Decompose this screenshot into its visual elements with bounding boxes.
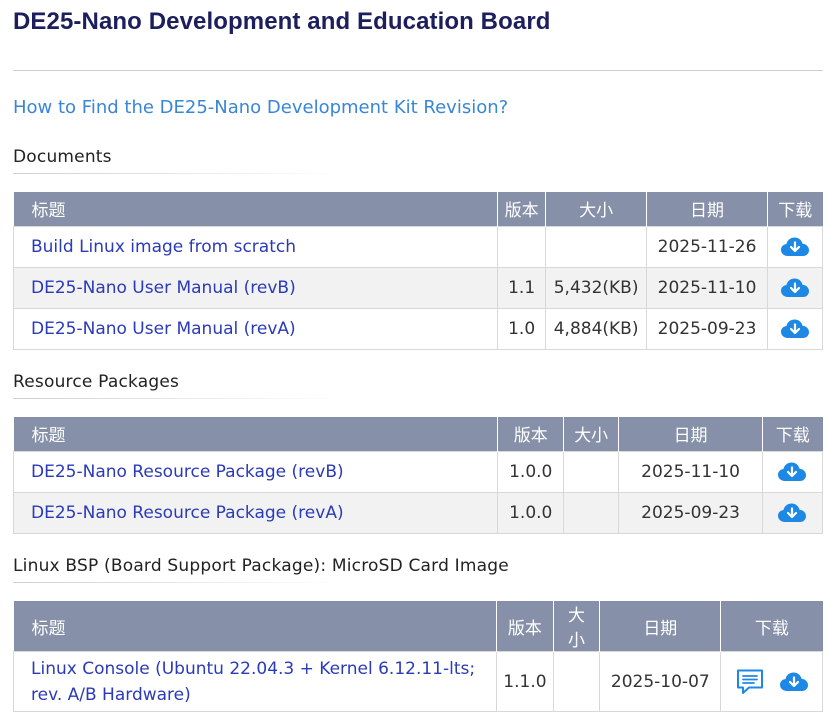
table-row: DE25-Nano Resource Package (revA) 1.0.0 … — [12, 491, 824, 534]
package-link[interactable]: DE25-Nano Resource Package (revA) — [31, 503, 344, 523]
size-cell: 4,884(KB) — [545, 307, 648, 350]
version-cell — [497, 225, 547, 268]
column-header-date: 日期 — [599, 601, 722, 652]
column-header-download: 下载 — [720, 601, 823, 652]
documents-divider — [13, 173, 343, 174]
column-header-size: 大小 — [553, 601, 601, 652]
cloud-download-icon[interactable] — [777, 461, 807, 483]
table-row: DE25-Nano User Manual (revA) 1.0 4,884(K… — [12, 307, 824, 350]
cloud-download-icon[interactable] — [777, 502, 807, 524]
document-link[interactable]: DE25-Nano User Manual (revB) — [31, 278, 296, 298]
documents-table: 标题 版本 大小 日期 下载 Build Linux image from sc… — [12, 192, 824, 350]
linux-bsp-heading: Linux BSP (Board Support Package): Micro… — [13, 556, 509, 576]
column-header-version: 版本 — [497, 417, 565, 451]
cloud-download-icon[interactable] — [780, 236, 810, 258]
table-header-row: 标题 版本 大小 日期 下载 — [13, 601, 823, 652]
image-link[interactable]: Linux Console (Ubuntu 22.04.3 + Kernel 6… — [31, 659, 475, 705]
resource-packages-heading: Resource Packages — [13, 372, 180, 392]
column-header-date: 日期 — [646, 192, 768, 226]
version-cell: 1.0.0 — [497, 450, 565, 493]
version-cell: 1.0.0 — [497, 491, 565, 534]
column-header-download: 下载 — [767, 192, 823, 226]
table-row: Linux Console (Ubuntu 22.04.3 + Kernel 6… — [12, 651, 823, 712]
table-header-row: 标题 版本 大小 日期 下载 — [13, 192, 823, 226]
resource-packages-divider — [13, 398, 343, 399]
message-icon[interactable] — [735, 668, 765, 696]
table-row: DE25-Nano Resource Package (revB) 1.0.0 … — [12, 450, 824, 493]
column-header-size: 大小 — [563, 417, 620, 451]
version-cell: 1.0 — [497, 307, 547, 350]
cloud-download-icon[interactable] — [779, 671, 809, 693]
image-link-line1: Linux Console (Ubuntu 22.04.3 + Kernel 6… — [31, 658, 476, 679]
page-title: DE25-Nano Development and Education Boar… — [13, 8, 551, 35]
date-cell: 2025-09-23 — [618, 491, 763, 534]
image-link-line2: rev. A/B Hardware) — [31, 684, 191, 705]
linux-bsp-divider — [13, 582, 343, 583]
column-header-title: 标题 — [13, 192, 499, 226]
version-cell: 1.1 — [497, 266, 547, 309]
column-header-version: 版本 — [496, 601, 554, 652]
document-link[interactable]: DE25-Nano User Manual (revA) — [31, 319, 296, 339]
column-header-title: 标题 — [13, 601, 498, 652]
date-cell: 2025-11-26 — [646, 225, 768, 268]
table-header-row: 标题 版本 大小 日期 下载 — [13, 417, 823, 451]
size-cell — [552, 651, 601, 712]
size-cell — [545, 225, 648, 268]
resource-packages-table: 标题 版本 大小 日期 下载 DE25-Nano Resource Packag… — [12, 417, 824, 534]
cloud-download-icon[interactable] — [780, 318, 810, 340]
column-header-size: 大小 — [545, 192, 648, 226]
version-cell: 1.1.0 — [496, 651, 554, 712]
size-cell — [563, 450, 620, 493]
title-divider — [13, 70, 823, 71]
linux-bsp-table: 标题 版本 大小 日期 下载 Linux Console (Ubuntu 22.… — [12, 601, 823, 712]
column-header-date: 日期 — [618, 417, 763, 451]
column-header-title: 标题 — [13, 417, 499, 451]
revision-help-link[interactable]: How to Find the DE25-Nano Development Ki… — [13, 97, 508, 118]
date-cell: 2025-11-10 — [646, 266, 768, 309]
table-row: DE25-Nano User Manual (revB) 1.1 5,432(K… — [12, 266, 824, 309]
date-cell: 2025-10-07 — [599, 651, 722, 712]
document-link[interactable]: Build Linux image from scratch — [31, 237, 296, 257]
size-cell — [563, 491, 620, 534]
documents-heading: Documents — [13, 147, 112, 167]
column-header-version: 版本 — [497, 192, 547, 226]
table-row: Build Linux image from scratch 2025-11-2… — [12, 225, 824, 268]
date-cell: 2025-11-10 — [618, 450, 763, 493]
cloud-download-icon[interactable] — [780, 277, 810, 299]
size-cell: 5,432(KB) — [545, 266, 648, 309]
column-header-download: 下载 — [762, 417, 823, 451]
date-cell: 2025-09-23 — [646, 307, 768, 350]
package-link[interactable]: DE25-Nano Resource Package (revB) — [31, 462, 344, 482]
